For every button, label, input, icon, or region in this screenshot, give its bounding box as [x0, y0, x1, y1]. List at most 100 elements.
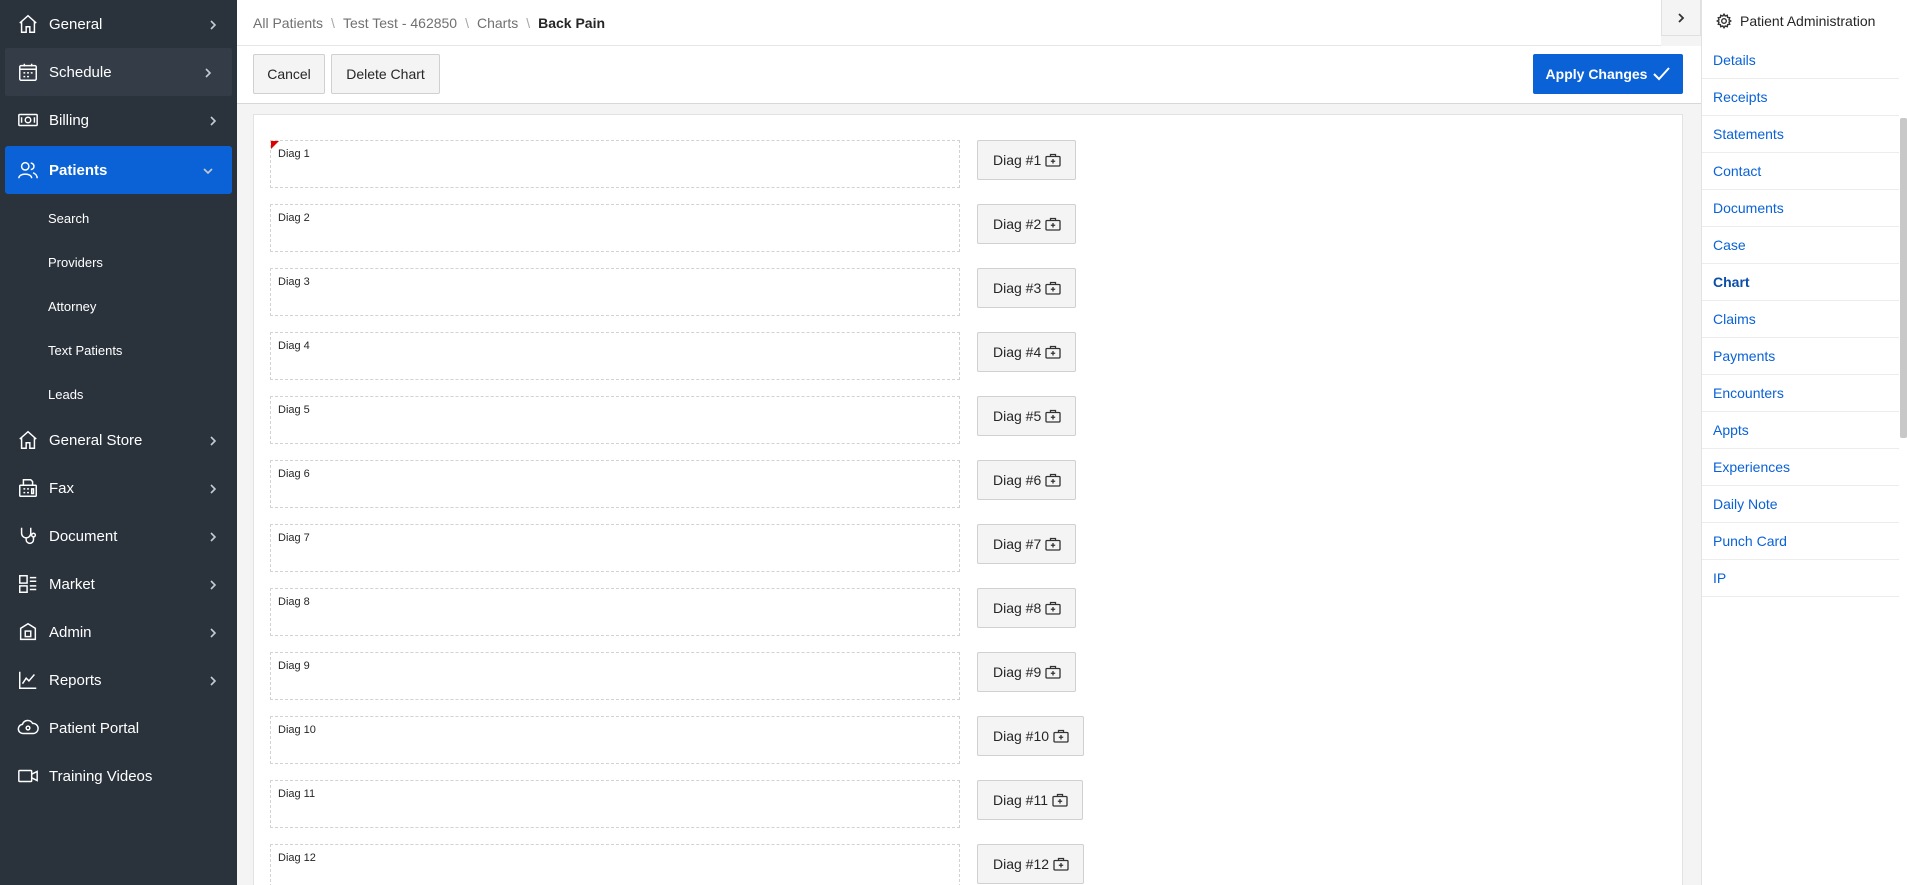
- diagnosis-lookup-button[interactable]: Diag #5: [977, 396, 1077, 436]
- diagnosis-field[interactable]: Diag 1: [270, 140, 960, 188]
- sidebar-subitem-search[interactable]: Search: [0, 196, 237, 240]
- panel-link-experiences[interactable]: Experiences: [1702, 449, 1899, 486]
- sidebar-item-training-videos[interactable]: Training Videos: [0, 752, 237, 800]
- diagnosis-button-label: Diag #10: [993, 728, 1050, 744]
- sidebar-item-label: Billing: [49, 111, 90, 129]
- panel-link-punch-card[interactable]: Punch Card: [1702, 523, 1899, 560]
- chevron-right-icon: [207, 674, 219, 686]
- delete-chart-button[interactable]: Delete Chart: [331, 54, 440, 94]
- diagnosis-lookup-button[interactable]: Diag #12: [977, 844, 1085, 884]
- diagnosis-field[interactable]: Diag 2: [270, 204, 960, 252]
- diagnosis-row: Diag 8 Diag #8: [270, 588, 1670, 638]
- sidebar-item-document[interactable]: Document: [0, 512, 237, 560]
- panel-link-statements[interactable]: Statements: [1702, 116, 1899, 153]
- breadcrumb-all-patients[interactable]: All Patients: [253, 15, 323, 31]
- diagnosis-row: Diag 12 Diag #12: [270, 844, 1670, 885]
- diagnosis-field-label: Diag 4: [278, 340, 310, 352]
- panel-link-documents[interactable]: Documents: [1702, 190, 1899, 227]
- diagnosis-field[interactable]: Diag 12: [270, 844, 960, 885]
- diagnosis-row: Diag 2 Diag #2: [270, 204, 1670, 254]
- breadcrumb-patient[interactable]: Test Test - 462850: [343, 15, 457, 31]
- diagnosis-field[interactable]: Diag 5: [270, 396, 960, 444]
- sidebar-item-reports[interactable]: Reports: [0, 656, 237, 704]
- sidebar-item-label: General Store: [49, 431, 143, 449]
- panel-link-chart[interactable]: Chart: [1702, 264, 1899, 301]
- diagnosis-lookup-button[interactable]: Diag #8: [977, 588, 1077, 628]
- panel-link-daily-note[interactable]: Daily Note: [1702, 486, 1899, 523]
- panel-links: Details Receipts Statements Contact Document…: [1702, 42, 1907, 597]
- panel-link-receipts[interactable]: Receipts: [1702, 79, 1899, 116]
- market-icon: [16, 572, 40, 596]
- chevron-right-icon: [207, 626, 219, 638]
- diagnosis-field[interactable]: Diag 8: [270, 588, 960, 636]
- diagnosis-field-label: Diag 3: [278, 276, 310, 288]
- sidebar-item-label: Market: [49, 575, 95, 593]
- admin-icon: [16, 620, 40, 644]
- sidebar-item-admin[interactable]: Admin: [0, 608, 237, 656]
- panel-link-ip[interactable]: IP: [1702, 560, 1899, 597]
- sidebar-item-schedule[interactable]: Schedule: [5, 48, 232, 96]
- sidebar-item-fax[interactable]: Fax: [0, 464, 237, 512]
- calendar-icon: [16, 60, 40, 84]
- medical-kit-icon: [1045, 409, 1061, 423]
- diagnosis-field[interactable]: Diag 11: [270, 780, 960, 828]
- diagnosis-field[interactable]: Diag 10: [270, 716, 960, 764]
- apply-changes-button[interactable]: Apply Changes: [1533, 54, 1683, 94]
- cancel-button[interactable]: Cancel: [253, 54, 325, 94]
- diagnosis-row: Diag 6 Diag #6: [270, 460, 1670, 510]
- breadcrumb-separator: \: [331, 14, 335, 31]
- sidebar-item-patients[interactable]: Patients: [5, 146, 232, 194]
- panel-link-details[interactable]: Details: [1702, 42, 1899, 79]
- sidebar-item-patient-portal[interactable]: Patient Portal: [0, 704, 237, 752]
- chevron-down-icon: [202, 164, 214, 176]
- sidebar-subitem-attorney[interactable]: Attorney: [0, 284, 237, 328]
- chevron-right-icon: [207, 482, 219, 494]
- chart-line-icon: [16, 668, 40, 692]
- diagnosis-field[interactable]: Diag 4: [270, 332, 960, 380]
- medical-kit-icon: [1045, 473, 1061, 487]
- sidebar-subitem-leads[interactable]: Leads: [0, 372, 237, 416]
- panel-link-contact[interactable]: Contact: [1702, 153, 1899, 190]
- diagnosis-field[interactable]: Diag 6: [270, 460, 960, 508]
- panel-link-encounters[interactable]: Encounters: [1702, 375, 1899, 412]
- diagnosis-lookup-button[interactable]: Diag #2: [977, 204, 1077, 244]
- panel-link-payments[interactable]: Payments: [1702, 338, 1899, 375]
- gear-icon: [1716, 13, 1732, 29]
- medical-kit-icon: [1045, 153, 1061, 167]
- panel-link-claims[interactable]: Claims: [1702, 301, 1899, 338]
- diagnosis-lookup-button[interactable]: Diag #7: [977, 524, 1077, 564]
- diagnosis-field[interactable]: Diag 9: [270, 652, 960, 700]
- medical-kit-icon: [1045, 281, 1061, 295]
- medical-kit-icon: [1053, 857, 1069, 871]
- sidebar-item-general[interactable]: General: [0, 0, 237, 48]
- sidebar-item-billing[interactable]: Billing: [0, 96, 237, 144]
- sidebar-item-general-store[interactable]: General Store: [0, 416, 237, 464]
- diagnosis-lookup-button[interactable]: Diag #10: [977, 716, 1085, 756]
- users-icon: [16, 158, 40, 182]
- diagnosis-lookup-button[interactable]: Diag #3: [977, 268, 1077, 308]
- breadcrumb-charts[interactable]: Charts: [477, 15, 518, 31]
- panel-link-case[interactable]: Case: [1702, 227, 1899, 264]
- diagnosis-field-label: Diag 7: [278, 532, 310, 544]
- diagnosis-lookup-button[interactable]: Diag #4: [977, 332, 1077, 372]
- medical-kit-icon: [1045, 217, 1061, 231]
- diagnosis-field-label: Diag 10: [278, 724, 316, 736]
- diagnosis-lookup-button[interactable]: Diag #6: [977, 460, 1077, 500]
- diagnosis-row: Diag 5 Diag #5: [270, 396, 1670, 446]
- diagnosis-lookup-button[interactable]: Diag #1: [977, 140, 1077, 180]
- panel-link-appts[interactable]: Appts: [1702, 412, 1899, 449]
- sidebar-subitem-providers[interactable]: Providers: [0, 240, 237, 284]
- diagnosis-field[interactable]: Diag 3: [270, 268, 960, 316]
- sidebar-subitem-text-patients[interactable]: Text Patients: [0, 328, 237, 372]
- breadcrumb: All Patients \ Test Test - 462850 \ Char…: [237, 0, 1661, 46]
- medical-kit-icon: [1052, 793, 1068, 807]
- sidebar-item-market[interactable]: Market: [0, 560, 237, 608]
- diagnosis-row: Diag 10 Diag #10: [270, 716, 1670, 766]
- diagnosis-field[interactable]: Diag 7: [270, 524, 960, 572]
- diagnosis-lookup-button[interactable]: Diag #9: [977, 652, 1077, 692]
- diagnosis-lookup-button[interactable]: Diag #11: [977, 780, 1084, 820]
- medical-kit-icon: [1045, 665, 1061, 679]
- toggle-right-panel-button[interactable]: [1661, 0, 1701, 36]
- diagnosis-form: Diag 1 Diag #1 Diag 2 Diag #2 Diag 3 Diag #3 D…: [253, 114, 1683, 885]
- panel-scrollbar[interactable]: [1900, 118, 1907, 438]
